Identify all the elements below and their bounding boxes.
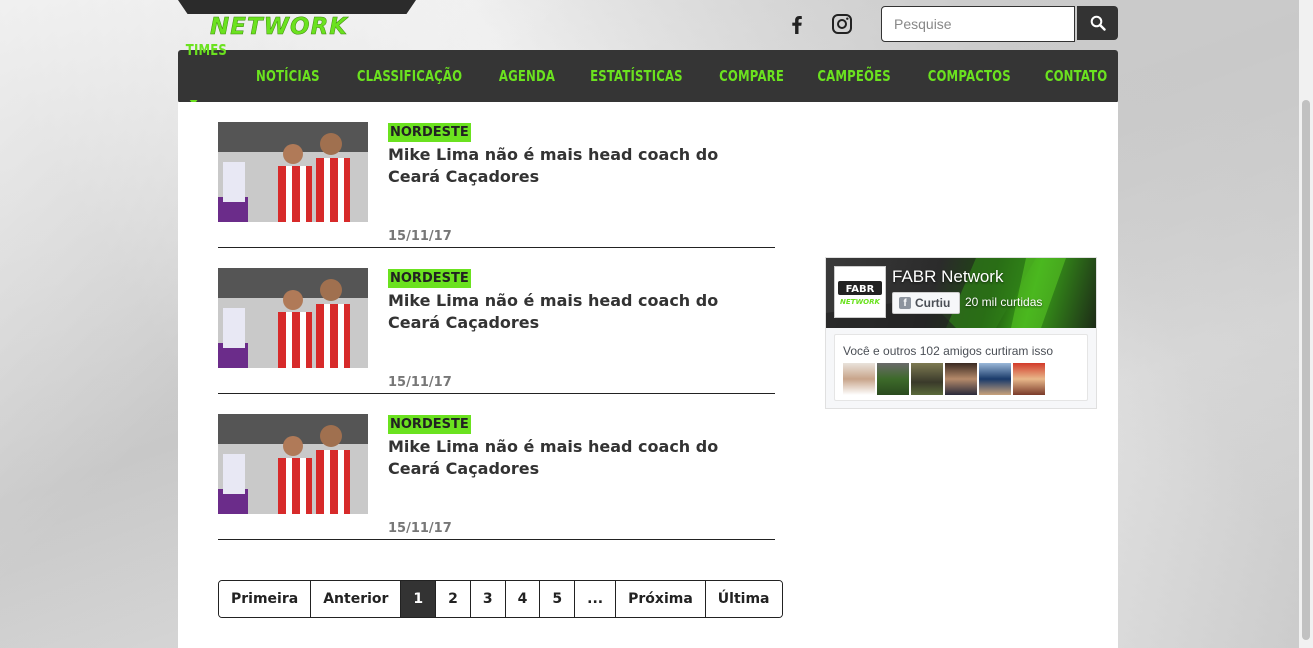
scrollbar[interactable] <box>1299 0 1313 648</box>
pagination: Primeira Anterior 1 2 3 4 5 ... Próxima … <box>218 580 783 618</box>
news-item[interactable]: NORDESTE Mike Lima não é mais head coach… <box>218 268 775 394</box>
nav-item-agenda[interactable]: AGENDA <box>488 50 568 102</box>
news-thumbnail[interactable] <box>218 268 368 368</box>
pagination-ellipsis[interactable]: ... <box>574 581 616 617</box>
nav-item-campeoes[interactable]: CAMPEÕES <box>806 50 903 102</box>
svg-text:FABR: FABR <box>846 284 875 295</box>
news-thumbnail[interactable] <box>218 122 368 222</box>
facebook-logo-icon: f <box>899 297 911 309</box>
friend-avatar[interactable] <box>843 363 875 395</box>
facebook-like-button[interactable]: f Curtiu <box>892 292 960 314</box>
news-category-tag[interactable]: NORDESTE <box>388 269 471 288</box>
svg-text:NETWORK: NETWORK <box>840 298 880 306</box>
facebook-friends-box: Você e outros 102 amigos curtiram isso <box>834 334 1088 401</box>
facebook-page-name[interactable]: FABR Network <box>892 267 1003 287</box>
friend-avatar[interactable] <box>911 363 943 395</box>
friend-avatar[interactable] <box>1013 363 1045 395</box>
friend-avatar[interactable] <box>979 363 1011 395</box>
news-date: 15/11/17 <box>388 229 452 244</box>
main-nav: TIMES NOTÍCIAS CLASSIFICAÇÃO AGENDA ESTA… <box>178 41 1119 105</box>
nav-item-compactos[interactable]: COMPACTOS <box>916 50 1022 102</box>
news-title[interactable]: Mike Lima não é mais head coach do Ceará… <box>388 144 758 188</box>
news-title[interactable]: Mike Lima não é mais head coach do Ceará… <box>388 436 758 480</box>
facebook-like-label: Curtiu <box>915 296 951 310</box>
search-button[interactable] <box>1077 6 1118 40</box>
logo-band <box>178 0 416 14</box>
nav-item-label: TIMES <box>185 41 227 59</box>
news-date: 15/11/17 <box>388 375 452 390</box>
facebook-likes-count: 20 mil curtidas <box>965 295 1043 309</box>
nav-item-classificacao[interactable]: CLASSIFICAÇÃO <box>345 50 474 102</box>
search-input[interactable] <box>881 6 1075 42</box>
pagination-page-5[interactable]: 5 <box>539 581 575 617</box>
news-item[interactable]: NORDESTE Mike Lima não é mais head coach… <box>218 414 775 540</box>
main-content: NORDESTE Mike Lima não é mais head coach… <box>178 102 1118 648</box>
news-date: 15/11/17 <box>388 521 452 536</box>
facebook-icon[interactable] <box>785 12 809 36</box>
instagram-icon[interactable] <box>830 12 854 36</box>
news-title[interactable]: Mike Lima não é mais head coach do Ceará… <box>388 290 758 334</box>
pagination-prev[interactable]: Anterior <box>310 581 401 617</box>
news-category-tag[interactable]: NORDESTE <box>388 415 471 434</box>
nav-item-compare[interactable]: COMPARE <box>708 50 796 102</box>
news-thumbnail[interactable] <box>218 414 368 514</box>
pagination-page-1[interactable]: 1 <box>400 581 436 617</box>
friend-avatar[interactable] <box>877 363 909 395</box>
nav-item-noticias[interactable]: NOTÍCIAS <box>244 50 331 102</box>
nav-item-contato[interactable]: CONTATO <box>1033 50 1119 102</box>
pagination-page-2[interactable]: 2 <box>435 581 470 617</box>
scrollbar-thumb[interactable] <box>1302 100 1310 640</box>
news-item[interactable]: NORDESTE Mike Lima não é mais head coach… <box>218 122 775 248</box>
pagination-page-4[interactable]: 4 <box>504 581 540 617</box>
pagination-page-3[interactable]: 3 <box>469 581 505 617</box>
friend-avatar[interactable] <box>945 363 977 395</box>
facebook-page-avatar[interactable]: FABR NETWORK <box>834 266 886 318</box>
facebook-friend-faces <box>843 363 1045 395</box>
pagination-first[interactable]: Primeira <box>219 581 311 617</box>
pagination-last[interactable]: Última <box>704 581 782 617</box>
search-icon <box>1090 15 1106 31</box>
news-category-tag[interactable]: NORDESTE <box>388 123 471 142</box>
pagination-next[interactable]: Próxima <box>615 581 705 617</box>
facebook-friends-text: Você e outros 102 amigos curtiram isso <box>843 344 1054 358</box>
facebook-page-widget: FABR NETWORK FABR Network f Curtiu 20 mi… <box>825 257 1097 409</box>
nav-item-estatisticas[interactable]: ESTATÍSTICAS <box>579 50 695 102</box>
